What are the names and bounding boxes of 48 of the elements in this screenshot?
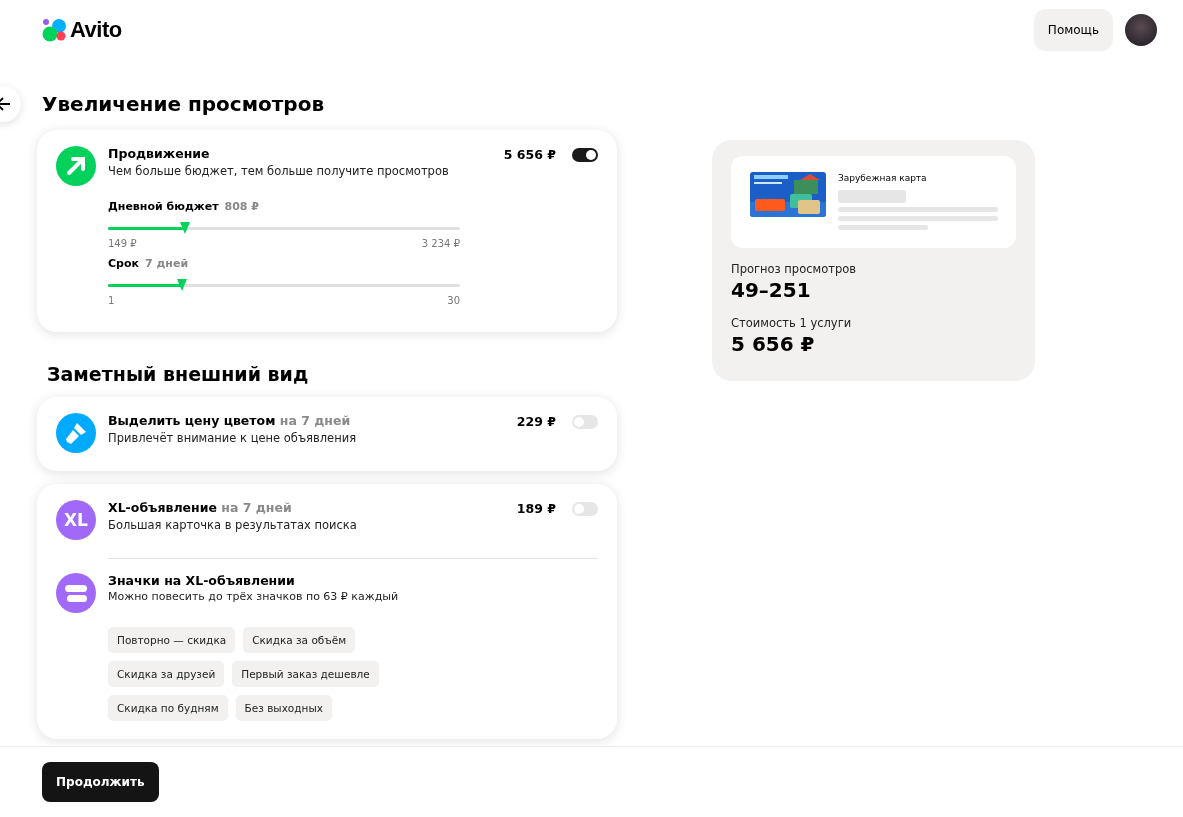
service-price: 189 ₽ [516, 501, 556, 516]
slider-label: Дневной бюджет [108, 200, 219, 213]
slider-min: 149 ₽ [108, 238, 137, 249]
forecast-label: Прогноз просмотров [731, 262, 858, 276]
xl-icon: XL [56, 500, 96, 540]
cost-label: Стоимость 1 услуги [731, 316, 853, 330]
badge-chip[interactable]: Скидка по будням [108, 695, 228, 721]
forecast-value: 49–251 [731, 278, 812, 302]
help-button[interactable]: Помощь [1033, 9, 1113, 51]
cost-value: 5 656 ₽ [731, 332, 816, 356]
slider-thumb[interactable] [180, 222, 191, 234]
logo-text: Avito [70, 17, 122, 43]
option-description: Можно повесить до трёх значков по 63 ₽ каждый [108, 590, 400, 603]
service-title: Выделить цену цветом на 7 дней [108, 413, 352, 428]
badge-chip[interactable]: Первый заказ дешевле [232, 661, 379, 687]
brush-icon [56, 413, 96, 453]
badge-chip[interactable]: Скидка за друзей [108, 661, 225, 687]
slider-min: 1 [108, 295, 115, 306]
section-title: Заметный внешний вид [47, 363, 310, 385]
slider-value: 7 дней [145, 257, 189, 270]
arrow-up-right-icon [56, 146, 96, 186]
service-title: Продвижение [108, 146, 211, 161]
badge-chip[interactable]: Скидка за объём [243, 627, 356, 653]
avatar[interactable] [1125, 14, 1157, 46]
toggle-switch[interactable] [572, 502, 598, 516]
slider[interactable] [108, 279, 460, 291]
slider-max: 3 234 ₽ [421, 238, 460, 249]
continue-button[interactable]: Продолжить [42, 762, 159, 802]
service-description: Чем больше бюджет, тем больше получите просмотров [108, 164, 450, 178]
ad-title: Зарубежная карта [838, 173, 928, 183]
badge-chip[interactable]: Повторно — скидка [108, 627, 236, 653]
slider-max: 30 [447, 295, 460, 306]
option-title: Значки на XL-объявлении [108, 573, 296, 588]
page-title: Увеличение просмотров [42, 92, 325, 116]
toggle-switch[interactable] [572, 148, 598, 162]
logo-icon [42, 18, 68, 42]
slider-thumb[interactable] [176, 279, 187, 291]
slider-label: Срок [108, 257, 139, 270]
service-title: XL-объявление на 7 дней [108, 500, 293, 515]
slider-value: 808 ₽ [224, 200, 259, 213]
service-price: 5 656 ₽ [503, 147, 556, 162]
badge-chip[interactable]: Без выходных [235, 695, 332, 721]
toggle-switch[interactable] [572, 415, 598, 429]
service-description: Большая карточка в результатах поиска [108, 518, 358, 532]
badge-icon [56, 573, 96, 613]
service-price: 229 ₽ [516, 414, 556, 429]
slider[interactable] [108, 222, 460, 234]
service-description: Привлечёт внимание к цене объявления [108, 431, 358, 445]
